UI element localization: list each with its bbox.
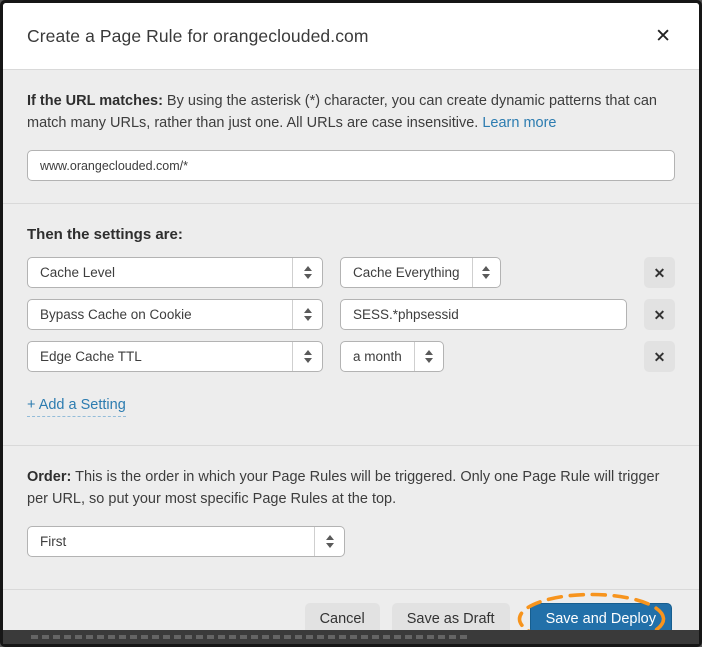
setting-row-cache-level: Cache Level Cache Everything ✕	[27, 257, 675, 288]
setting-select-value: Cache Level	[28, 258, 292, 287]
value-select-value: Cache Everything	[341, 258, 472, 287]
setting-select-bypass-cookie[interactable]: Bypass Cache on Cookie	[27, 299, 323, 330]
setting-select-value: Edge Cache TTL	[28, 342, 292, 371]
setting-row-edge-cache-ttl: Edge Cache TTL a month ✕	[27, 341, 675, 372]
chevron-updown-icon	[314, 527, 344, 556]
remove-setting-icon[interactable]: ✕	[644, 299, 675, 330]
cancel-button[interactable]: Cancel	[305, 603, 380, 630]
chevron-updown-icon	[292, 342, 322, 371]
screenshot-frame: Create a Page Rule for orangeclouded.com…	[0, 0, 702, 647]
save-and-deploy-wrap: Save and Deploy	[530, 603, 672, 630]
order-select[interactable]: First	[27, 526, 345, 557]
order-lead: Order:	[27, 469, 71, 485]
url-match-description: If the URL matches: By using the asteris…	[27, 90, 675, 134]
url-match-section: If the URL matches: By using the asteris…	[3, 70, 699, 203]
modal-footer: Cancel Save as Draft Save and Deploy	[3, 589, 699, 630]
order-section: Order: This is the order in which your P…	[3, 445, 699, 589]
url-pattern-input[interactable]	[27, 150, 675, 181]
save-and-deploy-button[interactable]: Save and Deploy	[530, 603, 672, 630]
chevron-updown-icon	[292, 258, 322, 287]
setting-row-bypass-cookie: Bypass Cache on Cookie ✕	[27, 299, 675, 330]
url-match-lead: If the URL matches:	[27, 93, 163, 109]
cookie-pattern-input[interactable]	[340, 299, 627, 330]
close-icon[interactable]: ✕	[651, 23, 675, 50]
chevron-updown-icon	[292, 300, 322, 329]
background-page-strip	[3, 630, 699, 644]
add-setting-link[interactable]: + Add a Setting	[27, 397, 126, 417]
chevron-updown-icon	[472, 258, 500, 287]
value-select-cache-everything[interactable]: Cache Everything	[340, 257, 501, 288]
order-description: Order: This is the order in which your P…	[27, 466, 675, 510]
page-title: Create a Page Rule for orangeclouded.com	[27, 26, 369, 47]
value-select-a-month[interactable]: a month	[340, 341, 444, 372]
remove-setting-icon[interactable]: ✕	[644, 341, 675, 372]
value-select-value: a month	[341, 342, 414, 371]
setting-select-edge-cache-ttl[interactable]: Edge Cache TTL	[27, 341, 323, 372]
chevron-updown-icon	[414, 342, 443, 371]
create-page-rule-modal: Create a Page Rule for orangeclouded.com…	[3, 3, 699, 630]
settings-heading: Then the settings are:	[27, 226, 675, 243]
learn-more-link[interactable]: Learn more	[482, 115, 556, 131]
order-text: This is the order in which your Page Rul…	[27, 469, 659, 507]
setting-select-value: Bypass Cache on Cookie	[28, 300, 292, 329]
remove-setting-icon[interactable]: ✕	[644, 257, 675, 288]
modal-header: Create a Page Rule for orangeclouded.com…	[3, 3, 699, 70]
setting-select-cache-level[interactable]: Cache Level	[27, 257, 323, 288]
save-as-draft-button[interactable]: Save as Draft	[392, 603, 510, 630]
settings-section: Then the settings are: Cache Level Cache…	[3, 203, 699, 445]
order-select-value: First	[28, 527, 314, 556]
